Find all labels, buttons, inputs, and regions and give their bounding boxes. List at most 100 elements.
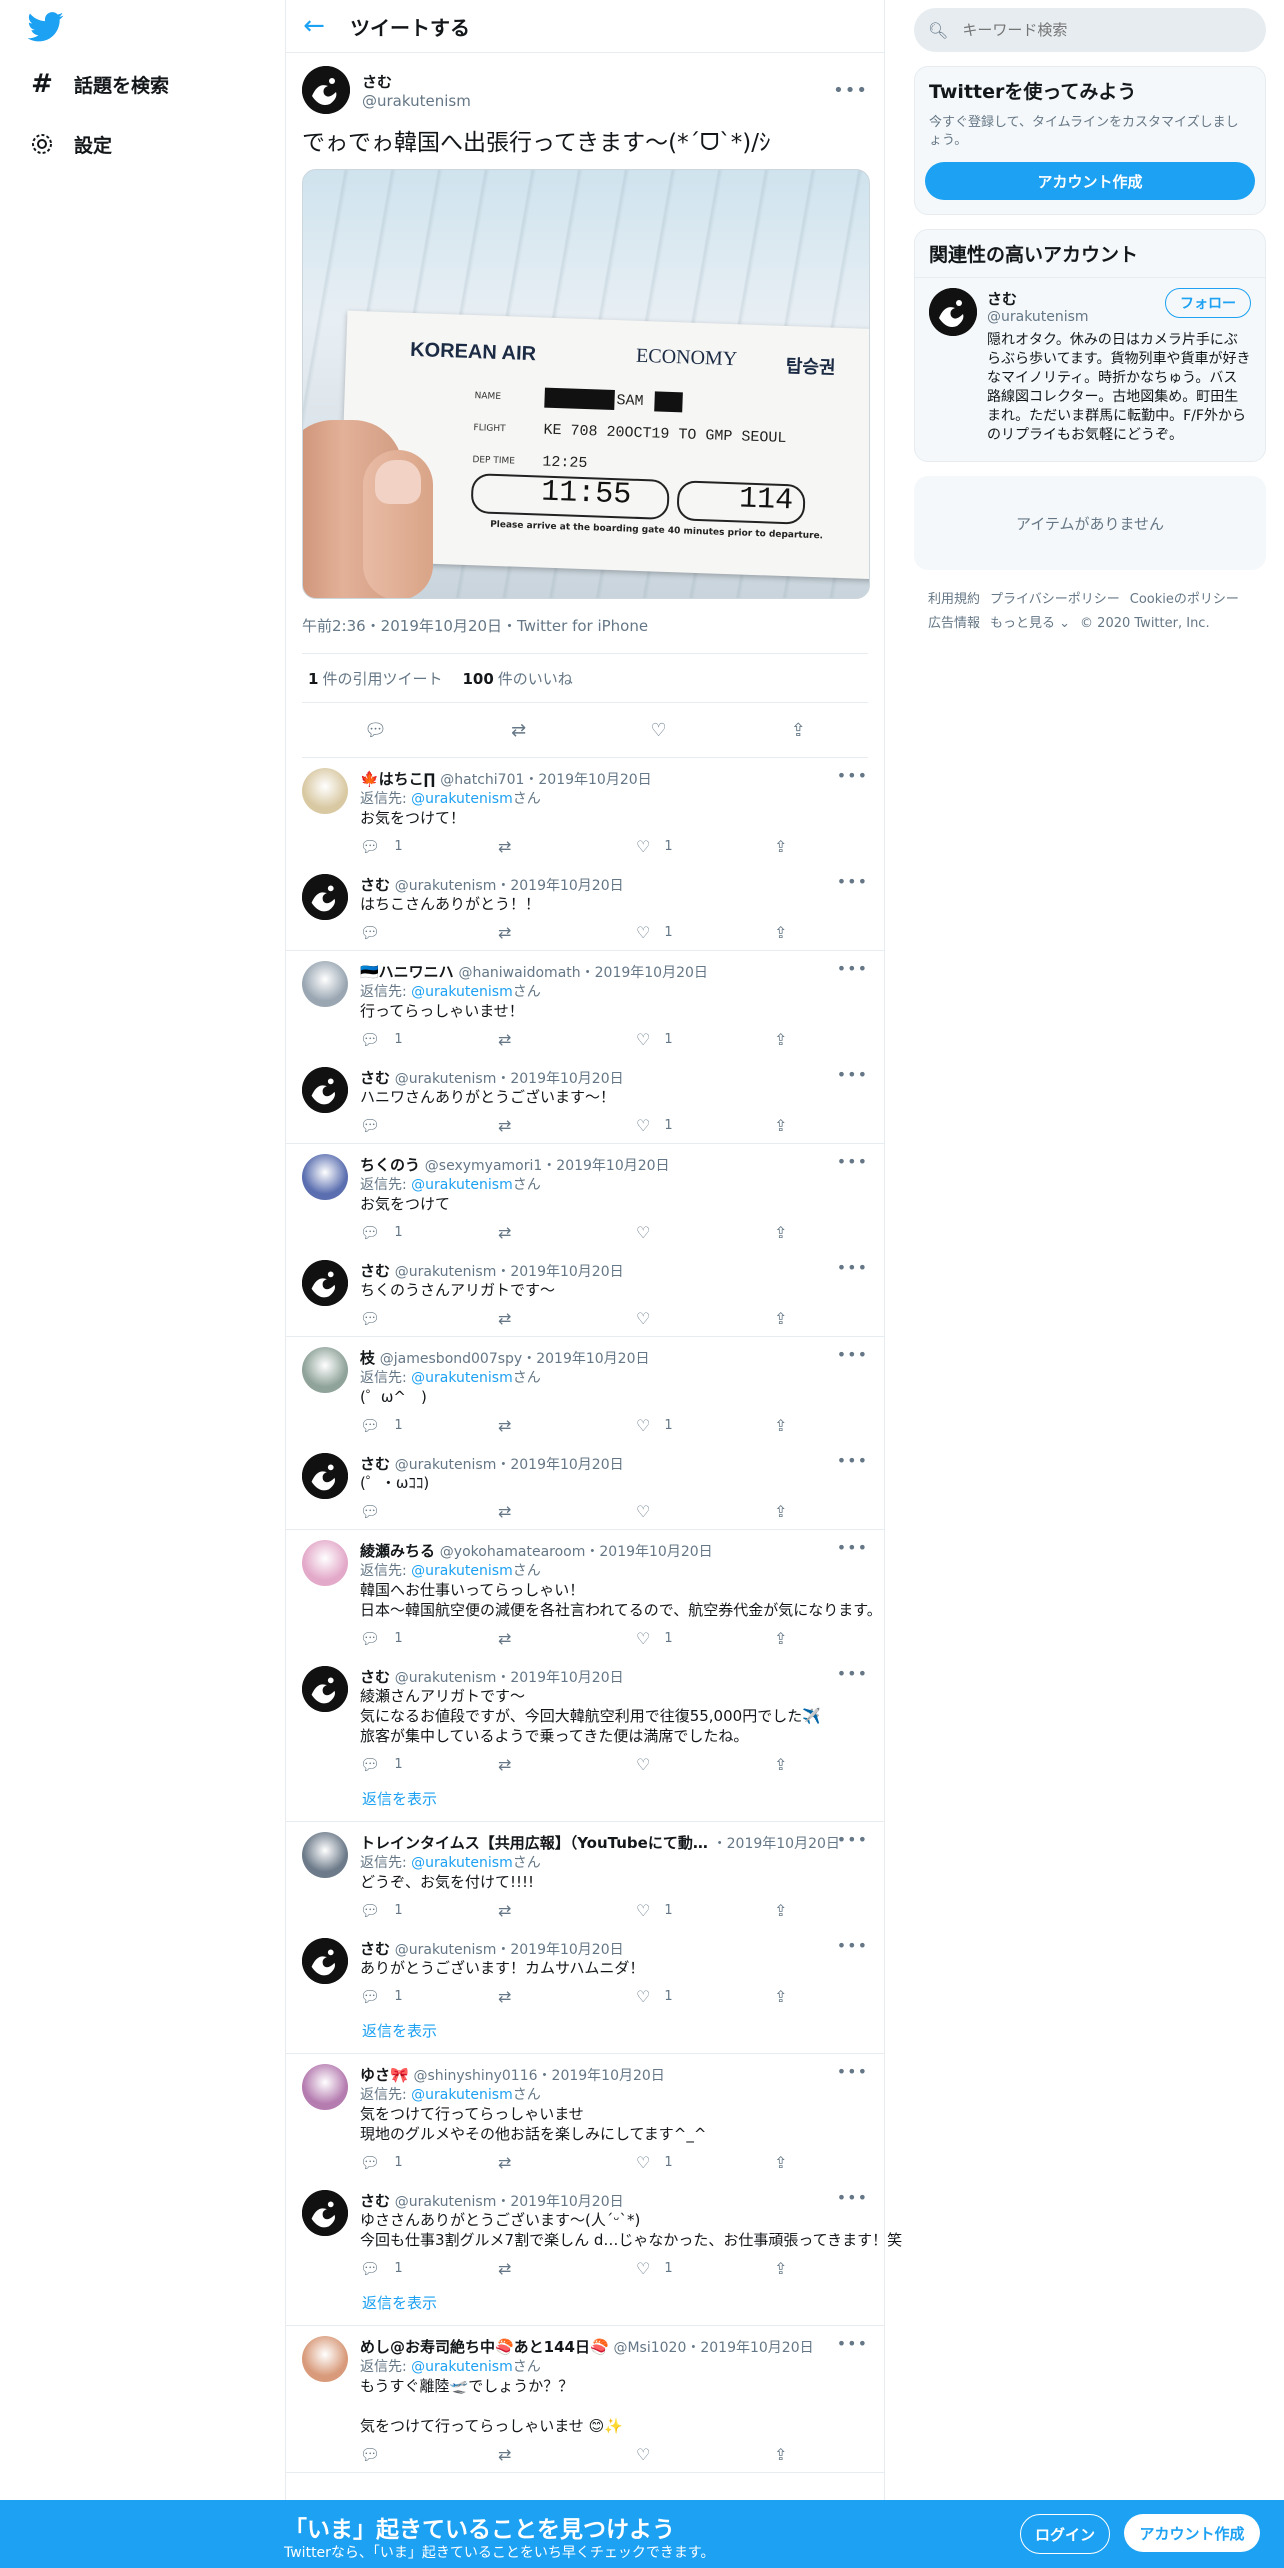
reply-date[interactable]: ・2019年10月20日 <box>496 1071 623 1087</box>
twitter-bird-icon[interactable] <box>28 12 64 42</box>
avatar[interactable] <box>302 2064 348 2110</box>
avatar[interactable] <box>302 961 348 1007</box>
share-button[interactable]: ⇪ <box>774 2153 912 2172</box>
search-input[interactable] <box>960 20 1225 40</box>
reply-date[interactable]: ・2019年10月20日 <box>585 1544 712 1560</box>
retweet-button[interactable]: ⇄ <box>498 1502 636 1521</box>
more-icon[interactable]: ••• <box>837 2188 868 2207</box>
share-button[interactable]: ⇪ <box>774 1901 912 1920</box>
retweet-button[interactable]: ⇄ <box>498 1755 636 1774</box>
reply-date[interactable]: ・2019年10月20日 <box>713 1836 840 1852</box>
related-account[interactable]: さむ @urakutenism 隠れオタク。休みの日はカメラ片手にぶらぶら歩いて… <box>915 277 1265 461</box>
retweet-button[interactable]: ⇄ <box>498 1416 636 1435</box>
reply-author-handle[interactable]: @shinyshiny0116 <box>413 2068 537 2084</box>
avatar[interactable] <box>302 2336 348 2382</box>
signup-button[interactable]: アカウント作成 <box>1124 2514 1260 2552</box>
reply-author-handle[interactable]: @urakutenism <box>395 1457 497 1473</box>
reply-date[interactable]: ・2019年10月20日 <box>524 772 651 788</box>
share-button[interactable]: ⇪ <box>774 1116 912 1135</box>
more-icon[interactable]: ••• <box>837 1830 868 1849</box>
reply-button[interactable]: 💬︎ 1 <box>360 2259 498 2278</box>
retweet-button[interactable]: ⇄ <box>498 837 636 856</box>
retweet-button[interactable]: ⇄ <box>498 2445 636 2464</box>
more-icon[interactable]: ••• <box>837 959 868 978</box>
reply-to-user-link[interactable]: @urakutenism <box>411 1563 513 1579</box>
reply-date[interactable]: ・2019年10月20日 <box>581 965 708 981</box>
like-button[interactable]: ♡ 1 <box>636 2153 774 2172</box>
reply-date[interactable]: ・2019年10月20日 <box>496 878 623 894</box>
like-button[interactable]: ♡ 1 <box>636 1629 774 1648</box>
reply-author-name[interactable]: ちくのう <box>360 1156 420 1174</box>
reply-author-handle[interactable]: @urakutenism <box>395 2194 497 2210</box>
share-button[interactable]: ⇪ <box>774 1223 912 1242</box>
like-button[interactable]: ♡ 1 <box>636 1416 774 1435</box>
reply-author-handle[interactable]: @urakutenism <box>395 1071 497 1087</box>
reply-date[interactable]: ・2019年10月20日 <box>496 2194 623 2210</box>
reply-button[interactable]: 💬︎ <box>360 2445 498 2464</box>
reply-author-name[interactable]: さむ <box>360 1455 390 1473</box>
retweet-button[interactable]: ⇄ <box>498 2259 636 2278</box>
reply-icon[interactable]: 💬︎ <box>364 720 387 741</box>
reply-tweet[interactable]: 🇪🇪ハニワニハ @haniwaidomath・2019年10月20日 返信先: @… <box>286 951 884 1057</box>
share-button[interactable]: ⇪ <box>774 1416 912 1435</box>
more-icon[interactable]: ••• <box>837 1065 868 1084</box>
create-account-button[interactable]: アカウント作成 <box>925 162 1255 200</box>
reply-tweet[interactable]: さむ @urakutenism・2019年10月20日 ハニワさんありがとうござい… <box>286 1057 884 1143</box>
reply-tweet[interactable]: さむ @urakutenism・2019年10月20日 (゜・ωｺｺ) 💬︎ ⇄ ♡ ⇪ •… <box>286 1443 884 1529</box>
reply-author-handle[interactable]: @urakutenism <box>395 1942 497 1958</box>
more-icon[interactable]: ••• <box>837 766 868 785</box>
reply-date[interactable]: ・2019年10月20日 <box>496 1264 623 1280</box>
reply-to-user-link[interactable]: @urakutenism <box>411 984 513 1000</box>
reply-button[interactable]: 💬︎ 1 <box>360 1755 498 1774</box>
retweet-button[interactable]: ⇄ <box>498 2153 636 2172</box>
like-button[interactable]: ♡ 1 <box>636 2259 774 2278</box>
reply-button[interactable]: 💬︎ <box>360 1116 498 1135</box>
reply-author-handle[interactable]: @urakutenism <box>395 1264 497 1280</box>
retweet-button[interactable]: ⇄ <box>498 1629 636 1648</box>
retweet-button[interactable]: ⇄ <box>498 1116 636 1135</box>
search-box[interactable]: 🔍︎ <box>914 8 1266 52</box>
reply-author-name[interactable]: さむ <box>360 1069 390 1087</box>
reply-date[interactable]: ・2019年10月20日 <box>496 1457 623 1473</box>
more-icon[interactable]: ••• <box>837 1258 868 1277</box>
share-button[interactable]: ⇪ <box>774 2259 912 2278</box>
footer-link[interactable]: 利用規約 <box>928 592 980 607</box>
like-button[interactable]: ♡ 1 <box>636 1987 774 2006</box>
avatar[interactable] <box>302 66 350 114</box>
reply-date[interactable]: ・2019年10月20日 <box>538 2068 665 2084</box>
login-button[interactable]: ログイン <box>1020 2514 1110 2554</box>
tweet-photo[interactable]: KOREAN AIR ECONOMY 탑승권 NAME SAM FLIGHT K… <box>302 169 870 599</box>
avatar[interactable] <box>302 1154 348 1200</box>
like-button[interactable]: ♡ <box>636 1502 774 1521</box>
reply-to-user-link[interactable]: @urakutenism <box>411 2087 513 2103</box>
like-button[interactable]: ♡ <box>636 1309 774 1328</box>
more-icon[interactable]: ••• <box>837 1345 868 1364</box>
footer-link[interactable]: 広告情報 <box>928 616 980 631</box>
reply-author-name[interactable]: さむ <box>360 1940 390 1958</box>
reply-button[interactable]: 💬︎ 1 <box>360 1901 498 1920</box>
share-button[interactable]: ⇪ <box>774 1987 912 2006</box>
show-replies-link[interactable]: 返信を表示 <box>286 1782 884 1821</box>
reply-tweet[interactable]: さむ @urakutenism・2019年10月20日 ちくのうさんアリガトです〜… <box>286 1250 884 1336</box>
reply-button[interactable]: 💬︎ 1 <box>360 1030 498 1049</box>
reply-button[interactable]: 💬︎ <box>360 1309 498 1328</box>
like-button[interactable]: ♡ 1 <box>636 923 774 942</box>
more-icon[interactable]: ••• <box>837 2062 868 2081</box>
reply-date[interactable]: ・2019年10月20日 <box>496 1670 623 1686</box>
nav-explore[interactable]: # 話題を検索 <box>28 62 169 106</box>
share-button[interactable]: ⇪ <box>774 923 912 942</box>
reply-tweet[interactable]: 綾瀬みちる @yokohamatearoom・2019年10月20日 返信先: @… <box>286 1530 884 1656</box>
reply-tweet[interactable]: さむ @urakutenism・2019年10月20日 ありがとうございます！カム… <box>286 1928 884 2014</box>
reply-author-handle[interactable]: @jamesbond007spy <box>380 1351 522 1367</box>
reply-to-user-link[interactable]: @urakutenism <box>411 1855 513 1871</box>
avatar[interactable] <box>302 1347 348 1393</box>
like-button[interactable]: ♡ 1 <box>636 1901 774 1920</box>
reply-button[interactable]: 💬︎ 1 <box>360 1987 498 2006</box>
reply-author-handle[interactable]: @urakutenism <box>395 1670 497 1686</box>
follow-button[interactable]: フォロー <box>1165 288 1251 318</box>
like-button[interactable]: ♡ 1 <box>636 837 774 856</box>
reply-author-name[interactable]: 綾瀬みちる <box>360 1542 435 1560</box>
reply-tweet[interactable]: さむ @urakutenism・2019年10月20日 はちこさんありがとう！！ 💬… <box>286 864 884 950</box>
retweet-button[interactable]: ⇄ <box>498 1987 636 2006</box>
retweet-button[interactable]: ⇄ <box>498 1030 636 1049</box>
